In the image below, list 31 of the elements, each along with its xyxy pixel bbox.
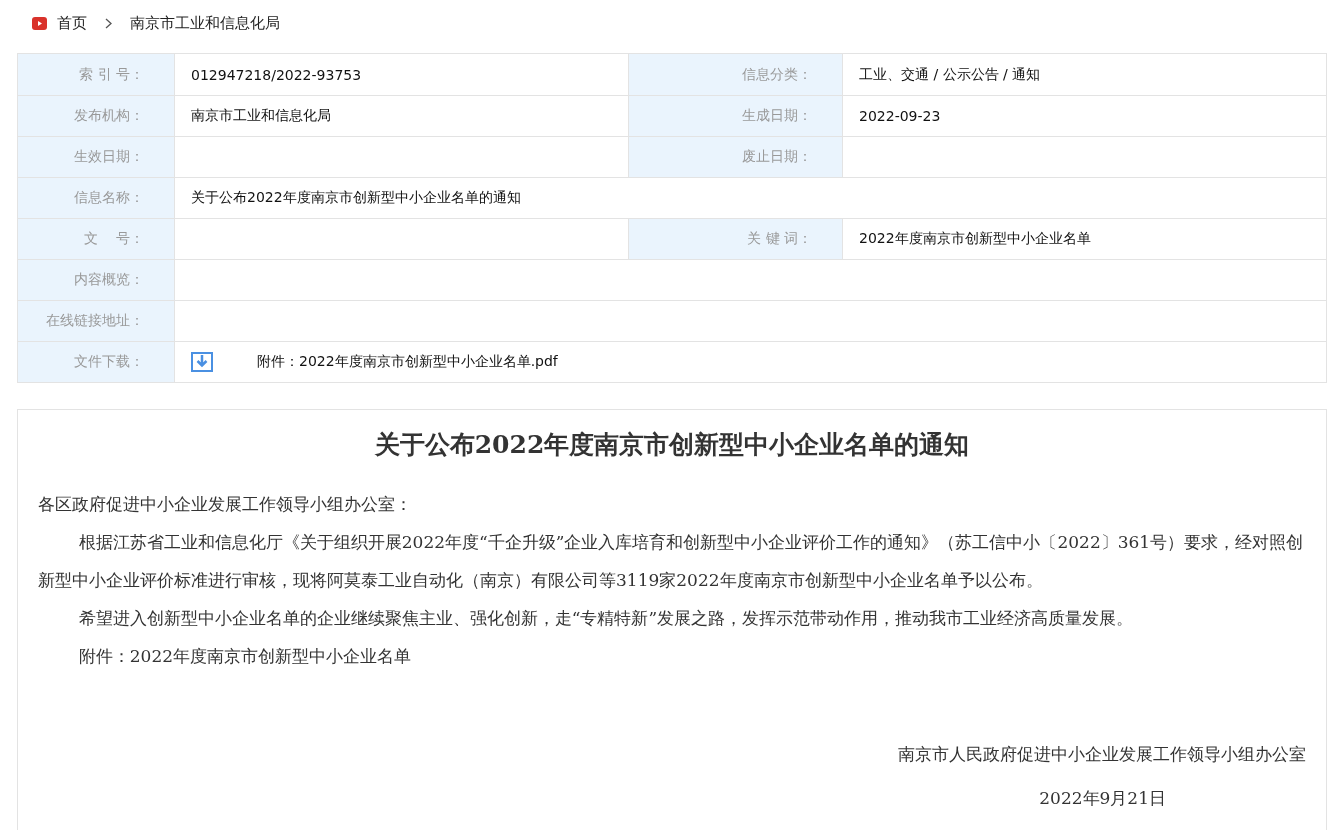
field-value: 关于公布2022年度南京市创新型中小企业名单的通知	[191, 189, 521, 207]
chevron-icon	[105, 17, 112, 29]
paragraph: 根据江苏省工业和信息化厅《关于组织开展2022年度“千企升级”企业入库培育和创新型中小企业评价工作的通知》（苏工信中小〔2022〕361号）要求，经对照创新型中小企业评价标准进行审核，现将阿莫泰工业自动化（南京）有限公司等3119家2022年度南京市创新型中小企业名单予以公布。	[38, 531, 1305, 592]
signature: 南京市人民政府促进中小企业发展工作领导小组办公室	[897, 743, 1306, 766]
article-title: 关于公布2022年度南京市创新型中小企业名单的通知	[373, 429, 971, 461]
field-label: 关 键 词：	[628, 219, 843, 259]
field-value: 2022-09-23	[859, 108, 941, 124]
field-label: 生成日期：	[628, 96, 843, 136]
breadcrumb-link[interactable]: 南京市工业和信息化局	[130, 13, 280, 33]
field-label: 文件下载：	[18, 342, 175, 382]
field-label: 信息名称：	[18, 178, 175, 218]
paragraph: 希望进入创新型中小企业名单的企业继续聚焦主业、强化创新，走“专精特新”发展之路，发挥示范带动作用，推动我市工业经济高质量发展。	[77, 607, 1135, 630]
field-value: 工业、交通 / 公示公告 / 通知	[859, 65, 1041, 84]
field-value: 012947218/2022-93753	[191, 66, 362, 83]
field-label: 在线链接地址：	[18, 301, 175, 341]
salutation: 各区政府促进中小企业发展工作领导小组办公室：	[38, 493, 413, 516]
field-label: 文 号：	[18, 219, 175, 259]
field-label: 信息分类：	[628, 54, 843, 95]
paragraph: 附件：2022年度南京市创新型中小企业名单	[77, 645, 413, 668]
date: 2022年9月21日	[1038, 787, 1167, 810]
field-value: 南京市工业和信息化局	[191, 107, 331, 125]
breadcrumb-link[interactable]: 首页	[57, 13, 87, 33]
field-label: 内容概览：	[18, 260, 175, 300]
attachment-link[interactable]: 附件：2022年度南京市创新型中小企业名单.pdf	[257, 353, 558, 371]
field-label: 索 引 号：	[18, 54, 175, 95]
field-label: 废止日期：	[628, 137, 843, 177]
home-icon	[32, 16, 47, 30]
field-label: 生效日期：	[18, 137, 175, 177]
download-icon[interactable]	[191, 352, 213, 372]
field-label: 发布机构：	[18, 96, 175, 136]
field-value: 2022年度南京市创新型中小企业名单	[859, 230, 1091, 248]
